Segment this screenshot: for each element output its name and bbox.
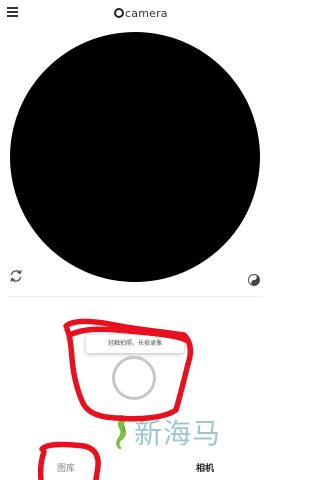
shutter-tooltip: 轻触拍照，长按录像 (86, 335, 184, 353)
logo-icon (114, 8, 124, 18)
tab-gallery[interactable]: 图库 (57, 461, 75, 474)
menu-icon[interactable] (7, 7, 18, 17)
watermark-text: 新海马 (134, 417, 222, 450)
switch-camera-icon[interactable] (9, 269, 23, 283)
camera-viewfinder (10, 32, 260, 282)
divider (8, 296, 262, 297)
seahorse-logo-icon (116, 415, 127, 450)
shutter-button[interactable] (112, 356, 156, 400)
tab-camera[interactable]: 相机 (196, 461, 214, 474)
watermark: 新海马 (110, 412, 221, 452)
header-bar: camera (0, 0, 270, 26)
yin-yang-icon[interactable] (248, 274, 260, 286)
app-title-text: camera (125, 6, 168, 20)
app-title: camera (114, 5, 168, 21)
